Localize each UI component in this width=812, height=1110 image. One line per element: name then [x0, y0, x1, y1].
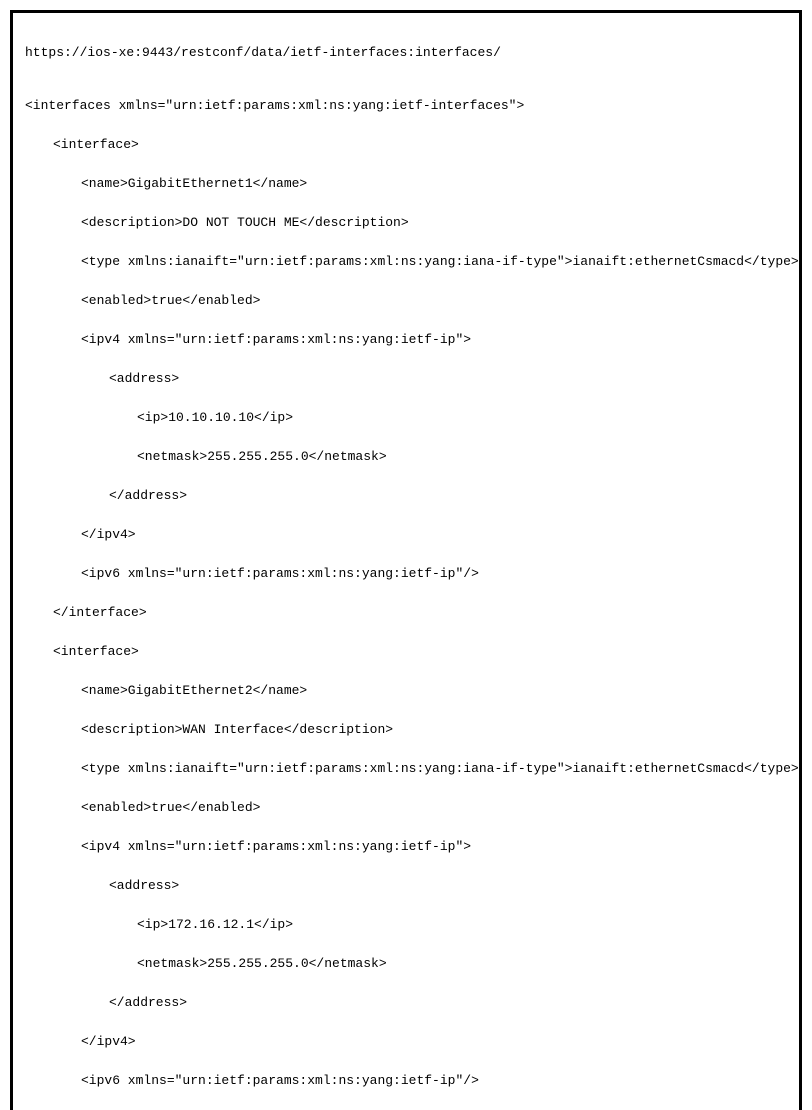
if1-type: <type xmlns:ianaift="urn:ietf:params:xml…	[25, 252, 787, 272]
if2-netmask: <netmask>255.255.255.0</netmask>	[25, 954, 787, 974]
if1-ip: <ip>10.10.10.10</ip>	[25, 408, 787, 428]
if2-ipv4-close: </ipv4>	[25, 1032, 787, 1052]
if1-enabled: <enabled>true</enabled>	[25, 291, 787, 311]
if1-ipv4-close: </ipv4>	[25, 525, 787, 545]
restconf-url: https://ios-xe:9443/restconf/data/ietf-i…	[25, 43, 787, 63]
if2-description: <description>WAN Interface</description>	[25, 720, 787, 740]
if1-address-close: </address>	[25, 486, 787, 506]
if1-ipv6: <ipv6 xmlns="urn:ietf:params:xml:ns:yang…	[25, 564, 787, 584]
interface1-open: <interface>	[25, 135, 787, 155]
if2-ipv4-open: <ipv4 xmlns="urn:ietf:params:xml:ns:yang…	[25, 837, 787, 857]
if2-name: <name>GigabitEthernet2</name>	[25, 681, 787, 701]
if1-netmask: <netmask>255.255.255.0</netmask>	[25, 447, 787, 467]
interface2-open: <interface>	[25, 642, 787, 662]
if2-type: <type xmlns:ianaift="urn:ietf:params:xml…	[25, 759, 787, 779]
if2-enabled: <enabled>true</enabled>	[25, 798, 787, 818]
interface1-close: </interface>	[25, 603, 787, 623]
if1-name: <name>GigabitEthernet1</name>	[25, 174, 787, 194]
if2-address-open: <address>	[25, 876, 787, 896]
if1-description: <description>DO NOT TOUCH ME</descriptio…	[25, 213, 787, 233]
if2-ip: <ip>172.16.12.1</ip>	[25, 915, 787, 935]
if1-ipv4-open: <ipv4 xmlns="urn:ietf:params:xml:ns:yang…	[25, 330, 787, 350]
interfaces-open: <interfaces xmlns="urn:ietf:params:xml:n…	[25, 96, 787, 116]
if2-address-close: </address>	[25, 993, 787, 1013]
if1-address-open: <address>	[25, 369, 787, 389]
if2-ipv6: <ipv6 xmlns="urn:ietf:params:xml:ns:yang…	[25, 1071, 787, 1091]
code-container: https://ios-xe:9443/restconf/data/ietf-i…	[10, 10, 802, 1110]
